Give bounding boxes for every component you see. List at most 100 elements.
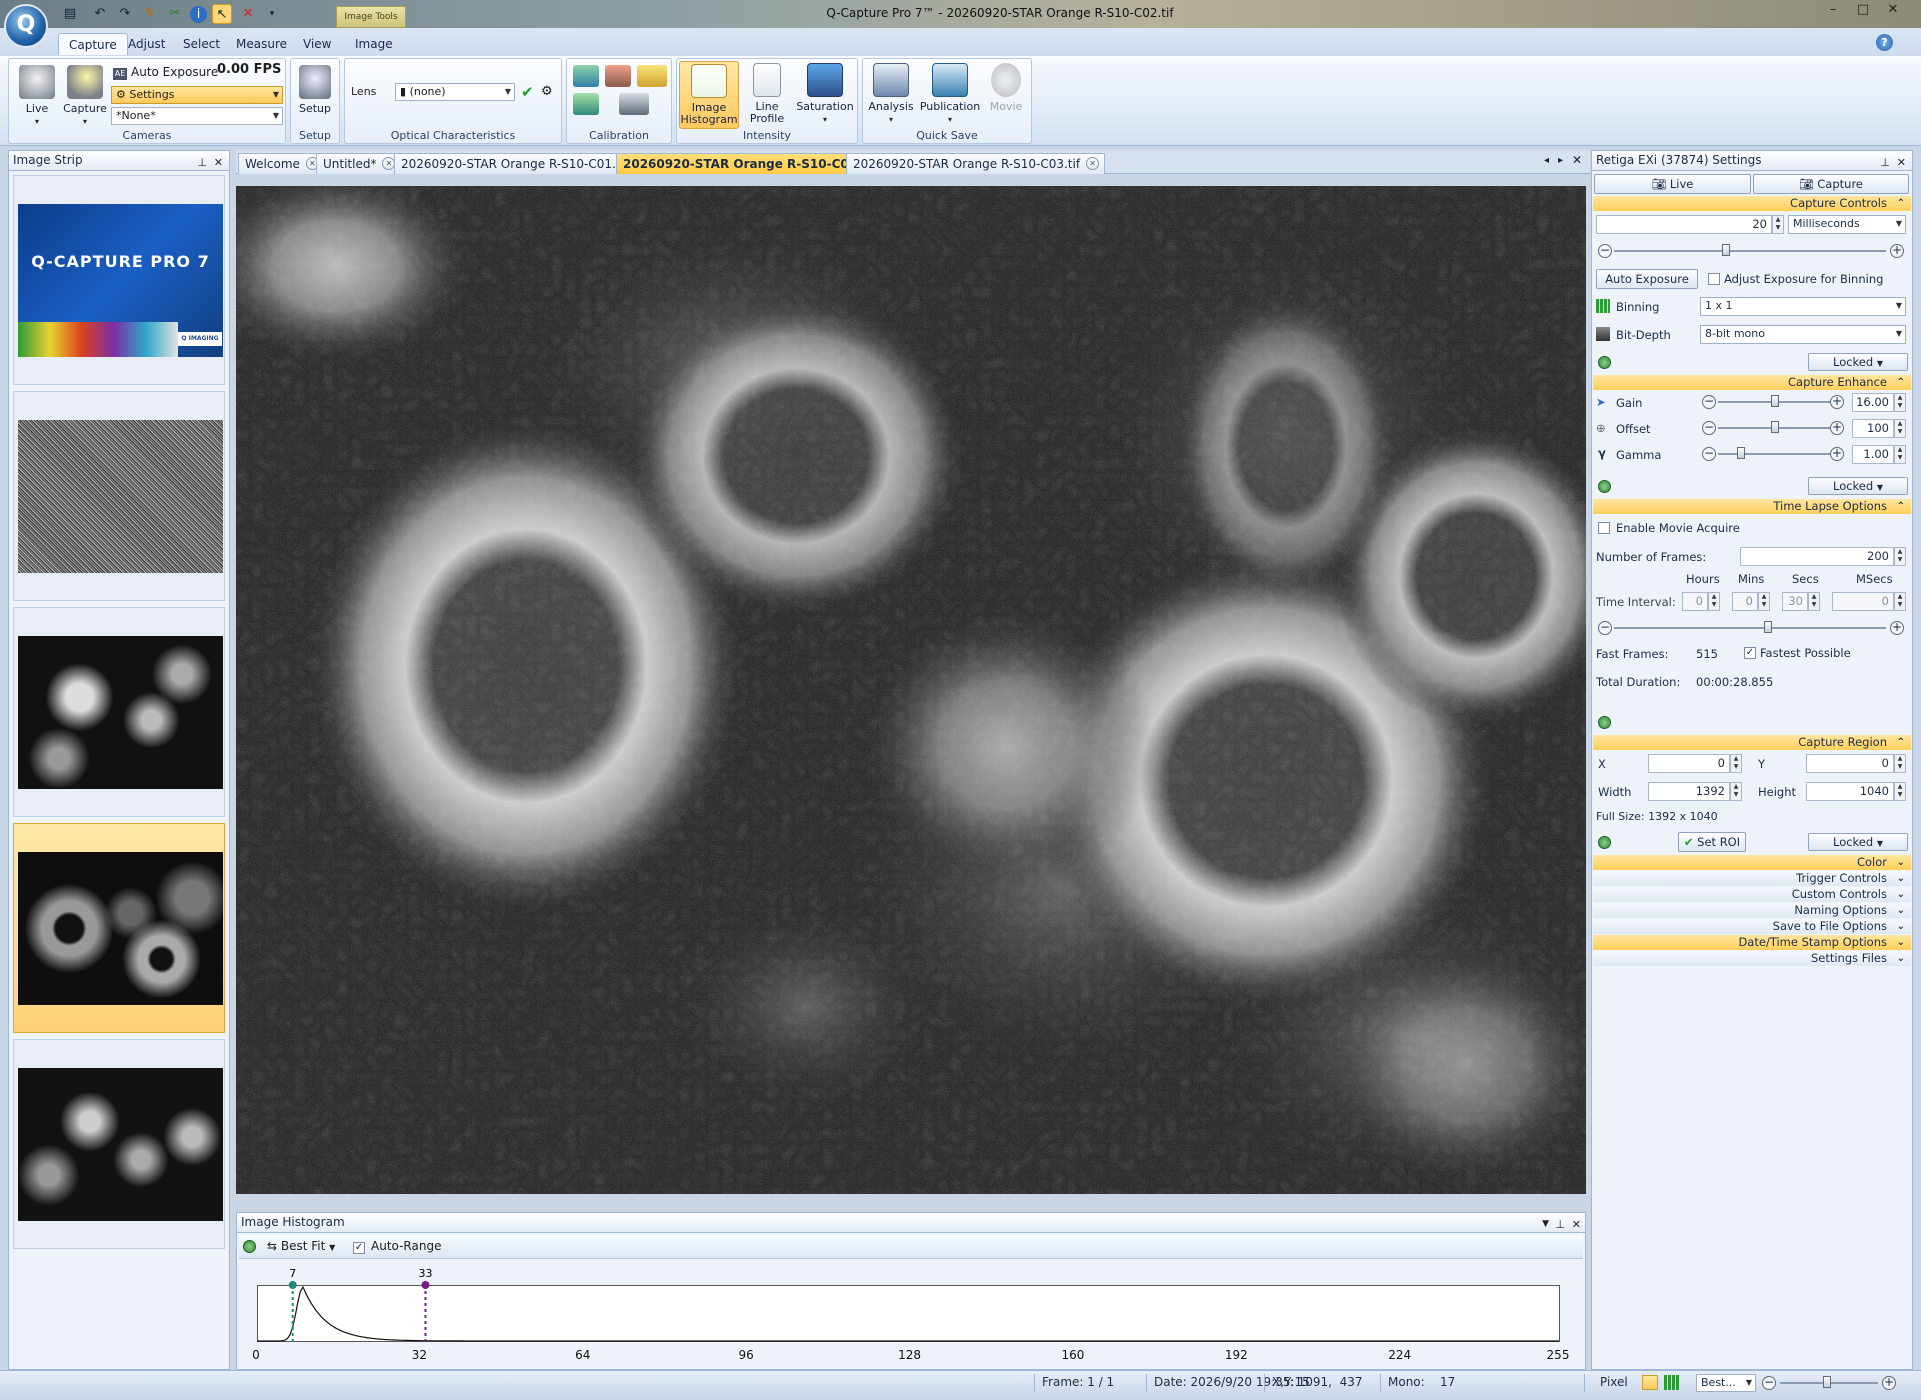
increase-icon[interactable]: + xyxy=(1890,621,1904,635)
delete-icon[interactable]: ✕ xyxy=(238,4,258,24)
close-icon[interactable]: ✕ xyxy=(1572,153,1582,167)
zoom-in-icon[interactable]: + xyxy=(1882,1376,1896,1390)
section-trigger-controls[interactable]: Trigger Controls ⌄ xyxy=(1593,871,1911,886)
preset-dropdown[interactable]: *None* ▼ xyxy=(111,107,283,125)
increase-icon[interactable]: + xyxy=(1830,421,1844,435)
exposure-input[interactable]: 20 xyxy=(1596,215,1772,234)
app-menu-button[interactable]: Q xyxy=(4,4,48,48)
locked-dropdown[interactable]: Locked ▼ xyxy=(1808,477,1908,495)
msecs-input[interactable]: 0 xyxy=(1832,592,1894,611)
tab-select[interactable]: Select xyxy=(173,33,230,55)
time-interval-slider[interactable] xyxy=(1614,627,1886,629)
close-icon[interactable]: ✕ xyxy=(1897,153,1906,172)
tab-scroll-right-icon[interactable]: ▸ xyxy=(1558,155,1563,166)
zoom-out-icon[interactable]: − xyxy=(1762,1376,1776,1390)
decrease-icon[interactable]: − xyxy=(1702,395,1716,409)
section-capture-enhance[interactable]: Capture Enhance ⌃ xyxy=(1593,375,1911,390)
time-interval-slider-thumb[interactable] xyxy=(1764,621,1772,633)
section-color[interactable]: Color ⌄ xyxy=(1593,855,1911,870)
tab-adjust[interactable]: Adjust xyxy=(118,33,176,55)
image-histogram-button[interactable]: Image Histogram xyxy=(679,61,739,129)
refresh-icon[interactable] xyxy=(1598,356,1611,369)
decrease-icon[interactable]: − xyxy=(1598,244,1612,258)
secs-spinner[interactable]: ▲ ▼ xyxy=(1808,592,1820,611)
live-button[interactable]: Live ▾ xyxy=(11,63,63,128)
close-button[interactable]: ✕ xyxy=(1878,0,1908,22)
scale-icon[interactable] xyxy=(637,65,667,87)
locked-dropdown[interactable]: Locked ▼ xyxy=(1808,833,1908,851)
roi-height-input[interactable]: 1040 xyxy=(1806,782,1894,801)
adjust-binning-checkbox[interactable] xyxy=(1708,273,1720,285)
pencil-icon[interactable]: ✎ xyxy=(140,4,160,24)
gain-input[interactable]: 16.00 xyxy=(1852,393,1894,412)
decrease-icon[interactable]: − xyxy=(1702,421,1716,435)
hours-spinner[interactable]: ▲ ▼ xyxy=(1708,592,1720,611)
roi-height-spinner[interactable]: ▲ ▼ xyxy=(1894,782,1906,801)
hours-input[interactable]: 0 xyxy=(1682,592,1708,611)
thumbnail-item[interactable]: Q-CAPTURE PRO 7 Q IMAGING xyxy=(13,175,225,385)
unit-status[interactable]: Pixel xyxy=(1600,1375,1628,1389)
refresh-icon[interactable] xyxy=(1598,716,1611,729)
lens-settings-icon[interactable]: ⚙ xyxy=(541,84,553,99)
pin-icon[interactable]: ⊥ xyxy=(1555,1215,1565,1234)
increase-icon[interactable]: + xyxy=(1830,447,1844,461)
lens-dropdown[interactable]: ▮ (none) ▼ xyxy=(395,83,515,101)
capture-button[interactable]: Capture ▾ xyxy=(59,63,111,128)
new-icon[interactable]: ▤ xyxy=(60,4,80,24)
doc-tab-untitled[interactable]: Untitled* ✕ xyxy=(316,153,402,174)
section-settings-files[interactable]: Settings Files ⌄ xyxy=(1593,951,1911,966)
grid-view-icon[interactable] xyxy=(1664,1375,1680,1390)
gamma-spinner[interactable]: ▲ ▼ xyxy=(1894,445,1906,464)
mins-input[interactable]: 0 xyxy=(1732,592,1758,611)
high-marker-handle[interactable] xyxy=(421,1281,430,1289)
publication-button[interactable]: Publication ▾ xyxy=(919,61,981,126)
tab-measure[interactable]: Measure xyxy=(226,33,297,55)
reset-calibration-icon[interactable] xyxy=(573,93,599,115)
info-icon[interactable]: i xyxy=(190,6,207,23)
pin-icon[interactable]: ⊥ xyxy=(1880,153,1890,172)
thumbnail-item[interactable] xyxy=(13,1039,225,1249)
offset-spinner[interactable]: ▲ ▼ xyxy=(1894,419,1906,438)
auto-exposure-button[interactable]: Auto Exposure xyxy=(1596,269,1698,289)
section-time-lapse[interactable]: Time Lapse Options ⌃ xyxy=(1593,499,1911,514)
msecs-spinner[interactable]: ▲ ▼ xyxy=(1894,592,1906,611)
offset-input[interactable]: 100 xyxy=(1852,419,1894,438)
enable-movie-checkbox[interactable] xyxy=(1598,522,1610,534)
section-naming-options[interactable]: Naming Options ⌄ xyxy=(1593,903,1911,918)
calibrate-icon[interactable] xyxy=(573,65,599,87)
saturation-button[interactable]: Saturation ▾ xyxy=(793,61,857,126)
doc-tab-welcome[interactable]: Welcome ✕ xyxy=(238,153,325,174)
zoom-dropdown[interactable]: Best... ▼ xyxy=(1696,1374,1756,1392)
section-custom-controls[interactable]: Custom Controls ⌄ xyxy=(1593,887,1911,902)
thumbnail-item[interactable] xyxy=(13,391,225,601)
tab-view[interactable]: View xyxy=(293,33,341,55)
checkmark-icon[interactable]: ✔ xyxy=(521,83,534,101)
exposure-slider-thumb[interactable] xyxy=(1722,244,1730,256)
undo-icon[interactable]: ↶ xyxy=(90,4,110,24)
exposure-slider[interactable] xyxy=(1614,250,1886,252)
secs-input[interactable]: 30 xyxy=(1782,592,1808,611)
fit-view-icon[interactable] xyxy=(1642,1375,1658,1390)
roi-y-spinner[interactable]: ▲ ▼ xyxy=(1894,754,1906,773)
exposure-spinner[interactable]: ▲ ▼ xyxy=(1772,215,1784,234)
auto-range-checkbox[interactable]: ✓ xyxy=(353,1242,365,1254)
tab-scroll-left-icon[interactable]: ◂ xyxy=(1544,155,1549,166)
section-save-to-file-options[interactable]: Save to File Options ⌄ xyxy=(1593,919,1911,934)
analysis-button[interactable]: Analysis ▾ xyxy=(865,61,917,126)
exposure-unit-dropdown[interactable]: Milliseconds ▼ xyxy=(1788,215,1906,234)
mins-spinner[interactable]: ▲ ▼ xyxy=(1758,592,1770,611)
decrease-icon[interactable]: − xyxy=(1702,447,1716,461)
chevron-down-icon[interactable]: ▼ xyxy=(1542,1215,1549,1234)
refresh-icon[interactable] xyxy=(1598,836,1611,849)
settings-dropdown[interactable]: ⚙ Settings ▼ xyxy=(111,86,283,104)
gamma-slider[interactable] xyxy=(1718,453,1832,455)
capture-button[interactable]: 📷︎ Capture xyxy=(1753,174,1909,194)
setup-button[interactable]: Setup xyxy=(291,63,339,115)
fastest-possible-checkbox[interactable]: ✓ xyxy=(1744,647,1756,659)
doc-tab-c01[interactable]: 20260920-STAR Orange R-S10-C01.tif✕ xyxy=(394,153,654,174)
live-button[interactable]: 📷︎ Live xyxy=(1594,174,1751,194)
increase-icon[interactable]: + xyxy=(1890,244,1904,258)
refresh-icon[interactable] xyxy=(1598,480,1611,493)
doc-tab-c03[interactable]: 20260920-STAR Orange R-S10-C03.tif ✕ xyxy=(846,153,1106,174)
roi-width-input[interactable]: 1392 xyxy=(1648,782,1730,801)
